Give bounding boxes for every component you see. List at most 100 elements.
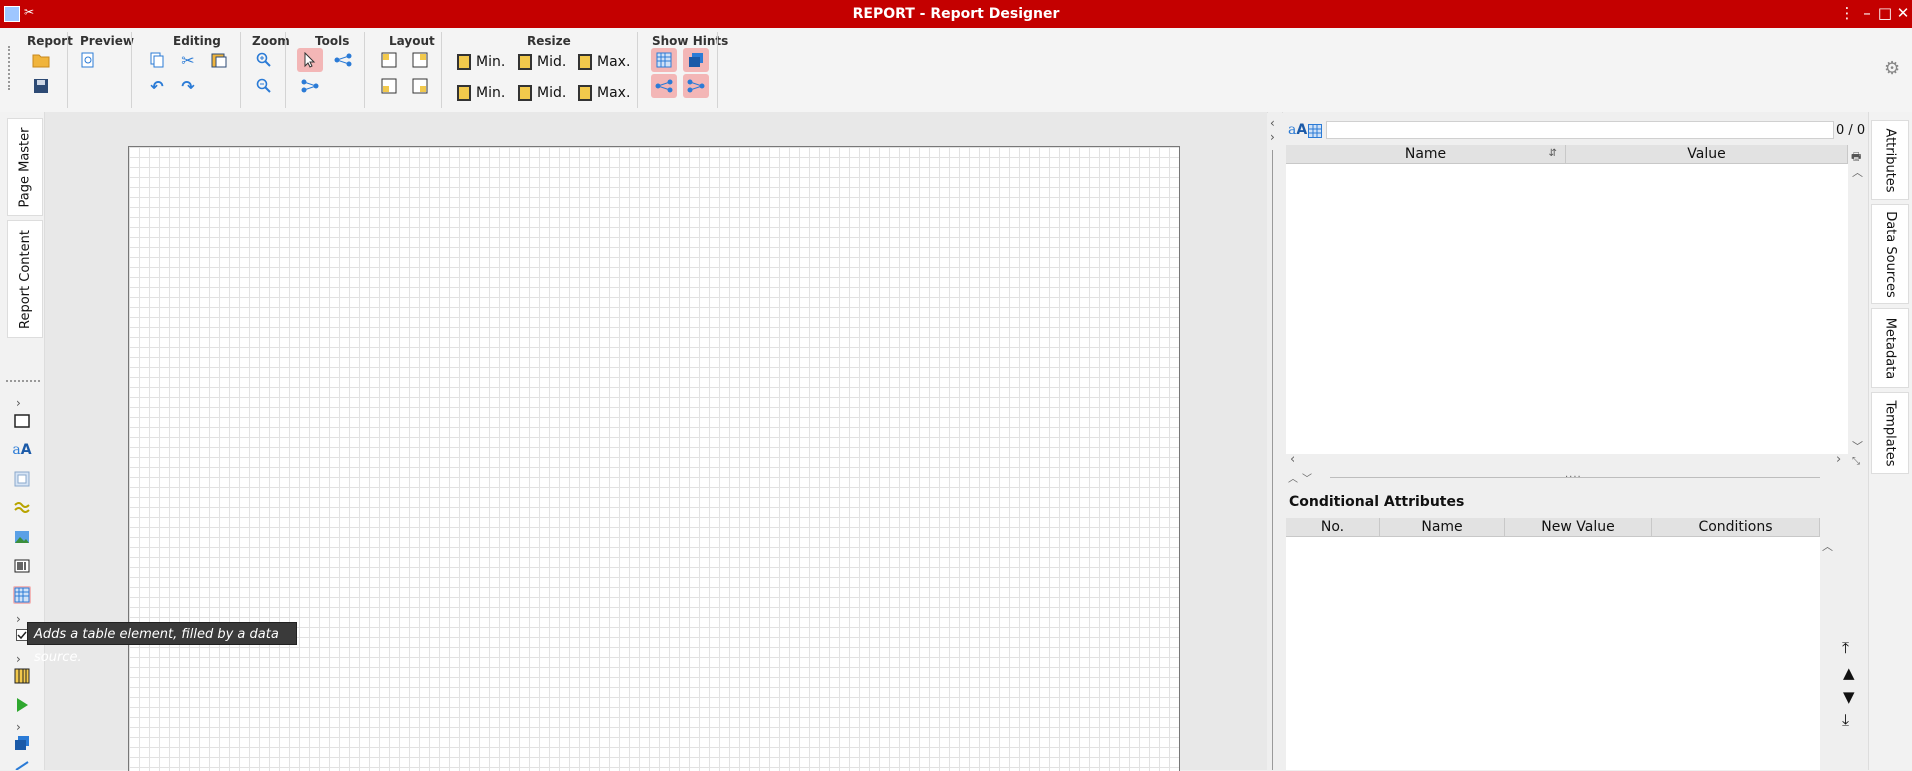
group-label-layout: Layout bbox=[389, 34, 435, 48]
resize-corner-icon[interactable]: ⤡ bbox=[1852, 456, 1860, 467]
scroll-down-icon[interactable]: ﹀ bbox=[1852, 438, 1863, 454]
tab-data-sources[interactable]: Data Sources bbox=[1871, 204, 1909, 304]
save-icon[interactable] bbox=[28, 74, 54, 98]
subreport-element-icon[interactable] bbox=[13, 734, 31, 752]
paste-icon[interactable] bbox=[206, 48, 232, 72]
divider-grip[interactable]: ···· bbox=[1565, 472, 1582, 483]
chevron-right-icon[interactable]: › bbox=[16, 612, 21, 626]
redo-icon[interactable]: ↷ bbox=[175, 74, 201, 98]
column-header-name[interactable]: Name ⇵ bbox=[1286, 145, 1566, 164]
play-element-icon[interactable] bbox=[13, 696, 31, 714]
title-bar: ✂ REPORT - Report Designer ⋮ – □ ✕ bbox=[0, 0, 1912, 28]
window-title: REPORT - Report Designer bbox=[852, 6, 1060, 22]
settings-gear-icon[interactable]: ⚙ bbox=[1884, 58, 1900, 79]
group-label-resize: Resize bbox=[527, 34, 571, 48]
sort-icon[interactable]: ⇵ bbox=[1549, 145, 1557, 163]
more-options-icon[interactable]: ⋮ bbox=[1838, 4, 1856, 22]
column-header-value[interactable]: Value bbox=[1566, 145, 1848, 164]
height-mid-button[interactable]: Mid. bbox=[518, 50, 566, 74]
tab-templates[interactable]: Templates bbox=[1871, 392, 1909, 474]
image-element-icon[interactable] bbox=[13, 528, 31, 546]
text-element-icon[interactable]: aA bbox=[12, 441, 31, 459]
preview-icon[interactable] bbox=[75, 48, 101, 72]
width-min-button[interactable]: Min. bbox=[457, 81, 505, 105]
move-down-icon[interactable]: ▼ bbox=[1843, 688, 1855, 706]
align-top-right-icon[interactable] bbox=[407, 48, 433, 72]
report-page[interactable] bbox=[128, 146, 1180, 771]
move-up-icon[interactable]: ▲ bbox=[1843, 664, 1855, 682]
vertical-scrollbar[interactable]: ︿ ﹀ bbox=[1850, 164, 1864, 454]
scroll-up-icon[interactable]: ︿ bbox=[1852, 164, 1863, 180]
width-mid-button[interactable]: Mid. bbox=[518, 81, 566, 105]
align-top-left-icon[interactable] bbox=[376, 48, 402, 72]
connector-tool-icon[interactable] bbox=[330, 48, 356, 72]
attributes-table[interactable] bbox=[1286, 164, 1848, 454]
select-pointer-icon[interactable] bbox=[297, 48, 323, 72]
open-folder-icon[interactable] bbox=[28, 48, 54, 72]
expand-right-icon[interactable]: › bbox=[1270, 130, 1275, 144]
close-button[interactable]: ✕ bbox=[1894, 4, 1912, 22]
cut-icon[interactable]: ✂ bbox=[175, 48, 201, 72]
column-header-conditions[interactable]: Conditions bbox=[1652, 518, 1820, 537]
zoom-in-icon[interactable] bbox=[251, 48, 277, 72]
font-filter-icon[interactable]: aA bbox=[1288, 122, 1307, 138]
hint-hierarchy-icon[interactable] bbox=[683, 74, 709, 98]
chart-element-icon[interactable] bbox=[13, 499, 31, 517]
rectangle-element-icon[interactable] bbox=[13, 412, 31, 430]
hint-layers-icon[interactable] bbox=[683, 48, 709, 72]
align-bottom-left-icon[interactable] bbox=[376, 74, 402, 98]
table-filter-icon[interactable] bbox=[1308, 124, 1322, 142]
hint-connector-icon[interactable] bbox=[651, 74, 677, 98]
group-label-preview: Preview bbox=[80, 34, 135, 48]
horizontal-scrollbar[interactable]: ‹ › bbox=[1286, 452, 1848, 468]
maximize-button[interactable]: □ bbox=[1876, 4, 1894, 22]
column-header-new-value[interactable]: New Value bbox=[1505, 518, 1652, 537]
more-elements-icon[interactable] bbox=[13, 760, 31, 770]
frame-element-icon[interactable] bbox=[13, 470, 31, 488]
width-max-button[interactable]: Max. bbox=[578, 81, 630, 105]
chevron-right-icon[interactable]: › bbox=[16, 396, 21, 410]
tab-report-content[interactable]: Report Content bbox=[7, 220, 43, 338]
move-to-bottom-icon[interactable]: ⤓ bbox=[1842, 712, 1849, 728]
tab-page-master[interactable]: Page Master bbox=[7, 118, 43, 216]
attribute-search-input[interactable] bbox=[1326, 121, 1834, 139]
width-mid-icon bbox=[518, 85, 532, 101]
zoom-out-icon[interactable] bbox=[251, 74, 277, 98]
group-label-editing: Editing bbox=[173, 34, 221, 48]
height-mid-icon bbox=[518, 54, 532, 70]
collapse-up-icon[interactable]: ︿ bbox=[1288, 470, 1298, 485]
hierarchy-tool-icon[interactable] bbox=[297, 74, 323, 98]
table-element-icon[interactable] bbox=[13, 586, 31, 604]
barcode-element-icon[interactable] bbox=[13, 557, 31, 575]
conditional-attributes-table[interactable] bbox=[1286, 537, 1820, 770]
attribute-count: 0 / 0 bbox=[1836, 123, 1866, 138]
group-label-tools: Tools bbox=[315, 34, 350, 48]
collapse-down-icon[interactable]: ﹀ bbox=[1302, 470, 1312, 485]
chevron-right-icon[interactable]: › bbox=[16, 720, 21, 734]
scroll-right-icon[interactable]: › bbox=[1836, 452, 1841, 467]
hint-grid-icon[interactable] bbox=[651, 48, 677, 72]
width-max-icon bbox=[578, 85, 592, 101]
height-max-button[interactable]: Max. bbox=[578, 50, 630, 74]
minimize-button[interactable]: – bbox=[1858, 4, 1876, 22]
toolbar: Report Preview Editing ✂ ↶ ↷ Zoom Tools bbox=[0, 28, 1912, 113]
crosstab-element-icon[interactable] bbox=[13, 667, 31, 685]
collapse-left-icon[interactable]: ‹ bbox=[1270, 116, 1275, 130]
chevron-right-icon[interactable]: › bbox=[16, 652, 21, 666]
move-to-top-icon[interactable]: ⤒ bbox=[1842, 640, 1849, 656]
undo-icon[interactable]: ↶ bbox=[144, 74, 170, 98]
toolbar-grip[interactable] bbox=[8, 46, 12, 90]
height-min-button[interactable]: Min. bbox=[457, 50, 505, 74]
column-header-no[interactable]: No. bbox=[1286, 518, 1380, 537]
copy-icon[interactable] bbox=[144, 48, 170, 72]
palette-divider bbox=[6, 380, 40, 382]
width-min-icon bbox=[457, 85, 471, 101]
tooltip: Adds a table element, filled by a data s… bbox=[27, 622, 297, 665]
scroll-left-icon[interactable]: ‹ bbox=[1290, 452, 1295, 467]
panel-splitter[interactable]: ‹ › bbox=[1268, 112, 1282, 770]
tab-attributes[interactable]: Attributes bbox=[1871, 120, 1909, 200]
tab-metadata[interactable]: Metadata bbox=[1871, 308, 1909, 388]
scroll-up-icon[interactable]: ︿ bbox=[1822, 538, 1833, 554]
column-header-cond-name[interactable]: Name bbox=[1380, 518, 1505, 537]
align-bottom-right-icon[interactable] bbox=[407, 74, 433, 98]
